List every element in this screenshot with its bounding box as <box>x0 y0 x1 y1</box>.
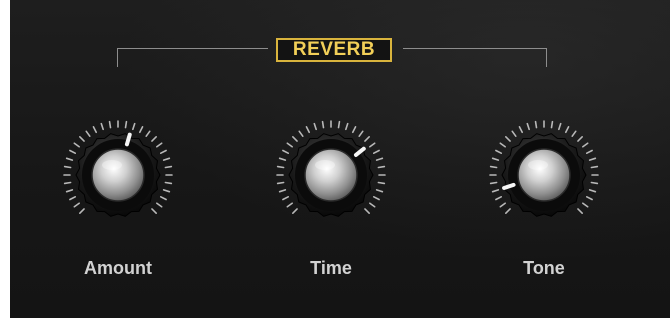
reverb-panel: REVERB Amount Time Tone <box>10 0 670 318</box>
knob-cap <box>91 148 145 202</box>
section-bracket-left <box>117 48 268 67</box>
amount-knob[interactable] <box>58 115 178 235</box>
time-label: Time <box>310 258 352 278</box>
tone-knob[interactable] <box>484 115 604 235</box>
tone-knob-graphic <box>489 120 599 217</box>
section-bracket-right <box>403 48 547 67</box>
knob-cap <box>304 148 358 202</box>
reverb-title: REVERB <box>276 38 392 62</box>
amount-label: Amount <box>84 258 152 278</box>
time-knob[interactable] <box>271 115 391 235</box>
time-knob-graphic <box>276 120 386 217</box>
knob-cap <box>517 148 571 202</box>
knob-indicator <box>124 132 132 147</box>
tone-label: Tone <box>523 258 565 278</box>
amount-knob-graphic <box>63 120 173 217</box>
